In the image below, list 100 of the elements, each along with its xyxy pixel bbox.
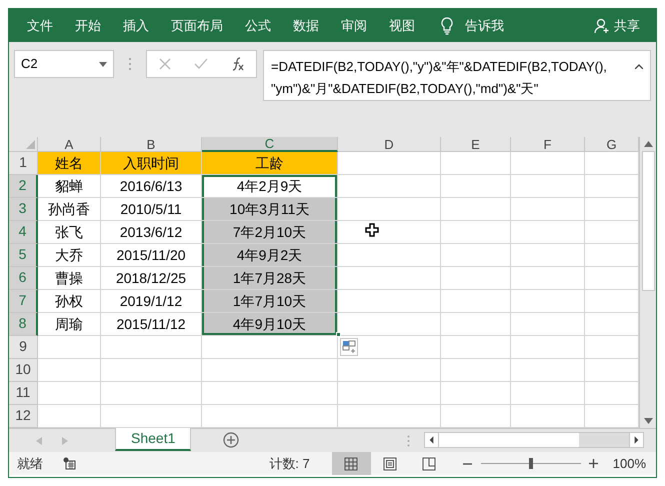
- column-header[interactable]: C: [202, 137, 338, 152]
- scroll-thumb[interactable]: [439, 433, 579, 447]
- scroll-right-icon[interactable]: [629, 433, 643, 447]
- ribbon-tab[interactable]: 文件: [17, 12, 63, 38]
- drag-handle-icon[interactable]: [407, 435, 410, 447]
- next-sheet-icon[interactable]: [62, 437, 68, 445]
- share-button[interactable]: 共享: [586, 16, 648, 36]
- collapse-caret-icon[interactable]: [635, 64, 643, 69]
- table-cell[interactable]: [441, 359, 511, 382]
- table-cell[interactable]: [511, 290, 585, 313]
- ribbon-tab[interactable]: 插入: [113, 12, 159, 38]
- table-cell[interactable]: [585, 313, 639, 336]
- table-cell[interactable]: [202, 382, 338, 405]
- ribbon-tab[interactable]: 视图: [379, 12, 425, 38]
- table-cell[interactable]: 周瑜: [38, 313, 101, 336]
- name-box[interactable]: C2: [14, 50, 114, 78]
- table-cell[interactable]: [441, 175, 511, 198]
- zoom-thumb[interactable]: [528, 458, 533, 469]
- table-cell[interactable]: 工龄: [202, 152, 338, 175]
- vertical-scrollbar[interactable]: [639, 137, 656, 428]
- table-cell[interactable]: [585, 267, 639, 290]
- ribbon-tab[interactable]: 开始: [65, 12, 111, 38]
- table-cell[interactable]: [511, 359, 585, 382]
- table-cell[interactable]: 1年7月28天: [202, 267, 338, 290]
- table-cell[interactable]: [511, 405, 585, 428]
- table-cell[interactable]: [441, 336, 511, 359]
- table-cell[interactable]: 2019/1/12: [101, 290, 202, 313]
- ribbon-tab[interactable]: 审阅: [331, 12, 377, 38]
- table-cell[interactable]: [338, 221, 441, 244]
- table-cell[interactable]: [338, 405, 441, 428]
- drag-handle-icon[interactable]: [128, 57, 132, 71]
- table-cell[interactable]: 2015/11/20: [101, 244, 202, 267]
- table-cell[interactable]: [38, 405, 101, 428]
- table-cell[interactable]: 孙权: [38, 290, 101, 313]
- table-cell[interactable]: [101, 382, 202, 405]
- formula-field[interactable]: =DATEDIF(B2,TODAY(),"y")&"年"&DATEDIF(B2,TODAY(), "ym")&"月"&DATEDIF(B2,TODAY(),"md")&"天": [263, 50, 651, 101]
- row-header[interactable]: 3: [9, 198, 38, 221]
- zoom-in-button[interactable]: [588, 458, 599, 468]
- table-cell[interactable]: [38, 382, 101, 405]
- table-cell[interactable]: [511, 267, 585, 290]
- fill-handle[interactable]: [336, 332, 341, 337]
- row-header[interactable]: 9: [9, 336, 38, 359]
- table-cell[interactable]: [338, 382, 441, 405]
- table-cell[interactable]: [101, 405, 202, 428]
- table-cell[interactable]: [511, 198, 585, 221]
- scroll-thumb[interactable]: [642, 151, 654, 291]
- table-cell[interactable]: [338, 198, 441, 221]
- row-header[interactable]: 10: [9, 359, 38, 382]
- table-cell[interactable]: 曹操: [38, 267, 101, 290]
- table-cell[interactable]: 入职时间: [101, 152, 202, 175]
- table-cell[interactable]: [511, 152, 585, 175]
- table-cell[interactable]: [338, 175, 441, 198]
- table-cell[interactable]: [585, 175, 639, 198]
- zoom-slider[interactable]: [480, 458, 581, 470]
- table-cell[interactable]: [338, 359, 441, 382]
- tell-me-button[interactable]: 告诉我: [455, 16, 514, 36]
- row-header[interactable]: 2: [9, 175, 38, 198]
- table-cell[interactable]: [101, 336, 202, 359]
- ribbon-tab[interactable]: 页面布局: [161, 12, 233, 38]
- row-header[interactable]: 11: [9, 382, 38, 405]
- scroll-up-icon[interactable]: [644, 141, 652, 147]
- table-cell[interactable]: [202, 359, 338, 382]
- horizontal-scrollbar[interactable]: [424, 432, 644, 448]
- table-cell[interactable]: 4年2月9天: [202, 175, 338, 198]
- table-cell[interactable]: [511, 313, 585, 336]
- table-cell[interactable]: [202, 336, 338, 359]
- row-header[interactable]: 12: [9, 405, 38, 428]
- table-cell[interactable]: [585, 290, 639, 313]
- table-cell[interactable]: 貂蝉: [38, 175, 101, 198]
- table-cell[interactable]: [585, 152, 639, 175]
- zoom-level[interactable]: 100%: [612, 454, 646, 474]
- table-cell[interactable]: [585, 405, 639, 428]
- quick-analysis-icon[interactable]: [340, 338, 358, 356]
- table-cell[interactable]: [202, 405, 338, 428]
- cancel-icon[interactable]: [158, 58, 170, 70]
- table-cell[interactable]: 2010/5/11: [101, 198, 202, 221]
- table-cell[interactable]: [38, 336, 101, 359]
- table-cell[interactable]: 2013/6/12: [101, 221, 202, 244]
- table-cell[interactable]: 2018/12/25: [101, 267, 202, 290]
- table-cell[interactable]: 大乔: [38, 244, 101, 267]
- table-cell[interactable]: [441, 382, 511, 405]
- table-cell[interactable]: [511, 382, 585, 405]
- scroll-left-icon[interactable]: [425, 433, 439, 447]
- macro-record-icon[interactable]: [63, 457, 76, 470]
- table-cell[interactable]: [441, 290, 511, 313]
- table-cell[interactable]: [585, 244, 639, 267]
- row-header[interactable]: 5: [9, 244, 38, 267]
- table-cell[interactable]: [441, 405, 511, 428]
- table-cell[interactable]: [338, 152, 441, 175]
- table-cell[interactable]: [441, 152, 511, 175]
- table-cell[interactable]: [441, 221, 511, 244]
- function-icon[interactable]: [230, 57, 244, 71]
- table-cell[interactable]: [441, 313, 511, 336]
- table-cell[interactable]: 2015/11/12: [101, 313, 202, 336]
- table-cell[interactable]: [585, 198, 639, 221]
- row-header[interactable]: 1: [9, 152, 38, 175]
- table-cell[interactable]: [338, 290, 441, 313]
- scroll-down-icon[interactable]: [644, 418, 652, 424]
- table-cell[interactable]: [441, 244, 511, 267]
- table-cell[interactable]: 张飞: [38, 221, 101, 244]
